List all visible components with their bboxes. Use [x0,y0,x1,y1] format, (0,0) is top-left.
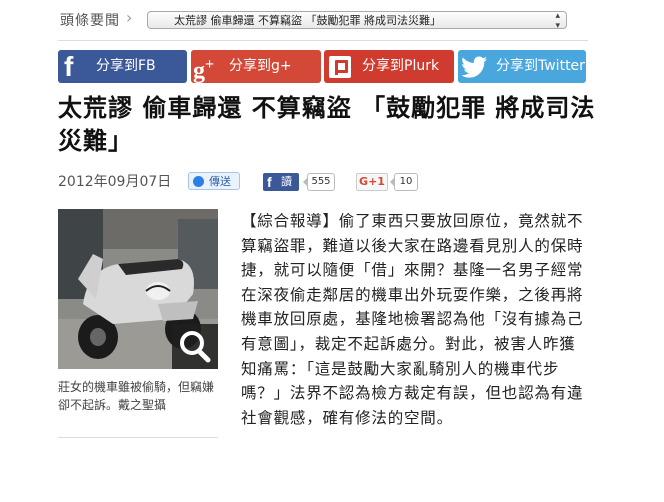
messenger-send-button[interactable]: 傳送 [188,172,240,190]
chevron-right-icon: › [126,8,133,27]
share-facebook-label: 分享到FB [96,58,156,74]
share-googleplus-button[interactable]: g+ 分享到g+ [191,50,321,84]
magnifier-icon [180,331,211,363]
headline-select[interactable]: 太荒謬 偷車歸還 不算竊盜 「鼓勵犯罪 將成司法災難」 ▴ ▾ [147,11,567,31]
article-date: 2012年09月07日 [58,174,172,190]
googleplus-count-badge: 10 [390,173,418,191]
zoom-button[interactable] [172,324,218,369]
divider [58,40,588,41]
headline-select-value: 太荒謬 偷車歸還 不算竊盜 「鼓勵犯罪 將成司法災難」 [174,14,441,27]
facebook-count-badge: 555 [303,173,335,191]
facebook-read-button[interactable]: f 讀 [263,173,299,191]
share-twitter-label: 分享到Twitter [496,58,585,74]
article-body: 【綜合報導】偷了東西只要放回原位，竟然就不算竊盜罪，難道以後大家在路邊看見別人的… [241,212,584,427]
article-title: 太荒謬 偷車歸還 不算竊盜 「鼓勵犯罪 將成司法災難」 [58,94,596,155]
photo-caption: 莊女的機車雖被偷騎，但竊嫌卻不起訴。戴之聖攝 [58,380,215,412]
facebook-read-label: 讀 [281,175,292,188]
share-facebook-button[interactable]: f 分享到FB [58,50,187,83]
share-plurk-button[interactable]: 分享到Plurk [324,50,454,83]
select-arrows-icon: ▴ ▾ [555,11,560,31]
messenger-icon [193,176,204,187]
caption-divider [58,437,218,438]
facebook-icon: f [64,51,74,82]
headline-nav-label[interactable]: 頭條要聞 [60,10,120,30]
share-twitter-button[interactable]: 分享到Twitter [458,50,586,83]
share-plurk-label: 分享到Plurk [362,58,440,74]
googleplus-one-button[interactable]: G+1 [356,173,388,191]
plurk-icon [329,56,351,78]
twitter-bird-icon [462,56,487,78]
share-googleplus-label: 分享到g+ [229,58,292,74]
googleplus-icon: g+ [193,56,215,84]
send-label: 傳送 [209,175,231,188]
facebook-icon: f [267,174,272,190]
